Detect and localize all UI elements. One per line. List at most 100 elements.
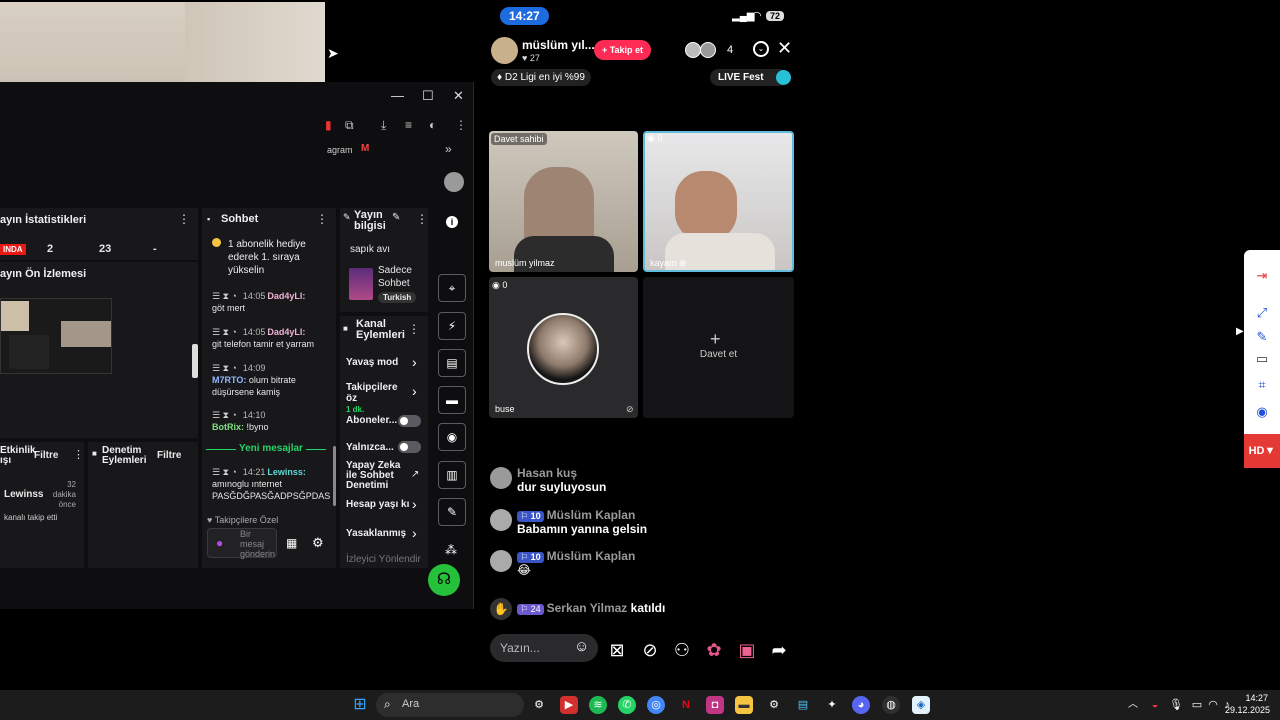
viewer-count[interactable]: 4	[727, 44, 733, 56]
action-ai-moderation[interactable]: Yapay Zeka ile Sohbet Denetimi	[346, 461, 404, 491]
preview-scrollbar[interactable]	[192, 344, 198, 378]
netflix-icon[interactable]: N	[677, 696, 695, 714]
commenter-avatar[interactable]	[490, 509, 512, 531]
external-link-icon[interactable]: ↗	[411, 469, 419, 480]
start-icon[interactable]: ⊞	[351, 696, 369, 714]
profile-icon[interactable]: ◐	[429, 118, 436, 132]
action-account-age[interactable]: Hesap yaşı kı	[346, 499, 409, 510]
guest-tile-host[interactable]	[489, 131, 638, 272]
chat-menu-icon[interactable]: ⋮	[316, 212, 328, 226]
action-emote-only[interactable]: Yalnızca...	[346, 442, 394, 453]
spotify-icon[interactable]: ≋	[589, 696, 607, 714]
comment-input[interactable]: Yazın... ☺	[490, 634, 598, 662]
obs-icon[interactable]: ◍	[882, 696, 900, 714]
gmail-icon[interactable]: M	[361, 143, 369, 154]
instagram-icon[interactable]: ◘	[706, 696, 724, 714]
mic-icon[interactable]: ●	[216, 536, 223, 550]
share-icon[interactable]: ➦	[765, 636, 793, 664]
whatsapp-icon[interactable]: ✆	[618, 696, 636, 714]
clip-button[interactable]: ⌖	[438, 274, 466, 302]
discord-icon[interactable]: ◕	[852, 696, 870, 714]
rose-gift-icon[interactable]: ✿	[700, 636, 728, 664]
gift-icon[interactable]: ▣	[733, 636, 761, 664]
emoji-icon[interactable]: ☺	[574, 638, 589, 655]
user-avatar[interactable]	[444, 172, 464, 192]
guest-tile-buse[interactable]	[489, 277, 638, 418]
mic-tray-icon[interactable]: 🎙	[1167, 696, 1185, 714]
activity-filter-button[interactable]: Filtre	[34, 450, 58, 461]
chrome-icon[interactable]: ◎	[647, 696, 665, 714]
info-icon[interactable]: i	[446, 216, 458, 228]
app-icon[interactable]: ✦	[823, 696, 841, 714]
follow-button[interactable]: + Takip et	[594, 40, 651, 60]
clock-date[interactable]: 29.12.2025	[1222, 705, 1270, 715]
subscribers-only-toggle[interactable]	[398, 415, 421, 427]
ad-button[interactable]: ⚡	[438, 312, 466, 340]
notepad-icon[interactable]: ▤	[794, 696, 812, 714]
tray-overflow-icon[interactable]: ︿	[1124, 696, 1142, 714]
exit-icon[interactable]: ⇥	[1254, 268, 1270, 284]
support-button[interactable]: ☊	[428, 564, 460, 596]
chevron-right-icon[interactable]: ›	[412, 383, 417, 399]
quality-button[interactable]: HD▼	[1244, 434, 1280, 468]
clock-time[interactable]: 14:27	[1230, 693, 1268, 703]
record-icon[interactable]: ◉	[1254, 404, 1270, 420]
stats-menu-icon[interactable]: ⋮	[178, 212, 190, 226]
guests-icon[interactable]: ⚇	[668, 636, 696, 664]
file-explorer-icon[interactable]: ▬	[735, 696, 753, 714]
chat-settings-icon[interactable]: ⚙	[312, 535, 324, 551]
edit-stream-icon[interactable]: ✎	[392, 212, 400, 223]
panel-collapse-arrow[interactable]: ▶	[1236, 326, 1244, 337]
commenter-avatar[interactable]	[490, 467, 512, 489]
activity-menu-icon[interactable]: ⋮	[73, 448, 84, 461]
league-badge[interactable]: ♦ D2 Ligi en iyi %99	[491, 69, 591, 86]
chevron-right-icon[interactable]: ›	[412, 354, 417, 370]
chat-input[interactable]: ● Bir mesaj gönderin	[207, 528, 277, 559]
menu-icon[interactable]: ⋮	[455, 118, 467, 132]
close-icon[interactable]: ✕	[777, 38, 792, 59]
host-name[interactable]: müslüm yıl...	[522, 38, 595, 52]
crop-icon[interactable]: ⌗	[1254, 377, 1270, 393]
tools-button[interactable]: ✎	[438, 498, 466, 526]
layout-button[interactable]: ▥	[438, 461, 466, 489]
resize-icon[interactable]: ⤢	[1254, 305, 1270, 321]
tray-app-icon[interactable]: ◒	[1146, 696, 1164, 714]
bookmark-instagram[interactable]: agram	[327, 145, 353, 155]
action-banned-words[interactable]: Yasaklanmış	[346, 528, 406, 539]
close-window-button[interactable]: ✕	[453, 88, 464, 104]
broadcast-button[interactable]: ◉	[438, 423, 466, 451]
video-off-icon[interactable]: ⊠	[603, 636, 631, 664]
store-icon[interactable]: ▦	[286, 536, 297, 550]
pen-icon[interactable]: ✎	[1254, 329, 1270, 345]
app-red-icon[interactable]: ▶	[560, 696, 578, 714]
minimize-button[interactable]: —	[391, 88, 404, 103]
action-subscribers-only[interactable]: Aboneler...	[346, 415, 397, 426]
app-blue-icon[interactable]: ◈	[912, 696, 930, 714]
mic-off-icon[interactable]: ⊘	[636, 636, 664, 664]
commenter-avatar[interactable]	[490, 550, 512, 572]
media-icon[interactable]: ≡	[405, 118, 412, 132]
chevron-right-icon[interactable]: ›	[412, 496, 417, 512]
extension-icon[interactable]: ▮	[325, 118, 332, 132]
notes-button[interactable]: ▤	[438, 349, 466, 377]
moderation-filter-button[interactable]: Filtre	[157, 450, 181, 461]
steam-icon[interactable]: ⚙	[765, 696, 783, 714]
host-avatar[interactable]	[491, 37, 518, 64]
chat-scrollbar[interactable]	[333, 446, 336, 506]
more-icon[interactable]: ⁂	[445, 543, 457, 557]
settings-icon[interactable]: ⚙	[530, 696, 548, 714]
screenshot-icon[interactable]: ▭	[1254, 351, 1270, 367]
emote-only-toggle[interactable]	[398, 441, 421, 453]
category-name[interactable]: Sadece Sohbet	[378, 264, 424, 290]
puzzle-icon[interactable]: ⧉	[345, 118, 354, 133]
action-raid[interactable]: İzleyici Yönlendir	[346, 554, 421, 565]
more-bookmarks-icon[interactable]: »	[445, 142, 452, 156]
taskbar-search[interactable]: ⌕ Ara	[376, 693, 524, 717]
guest-tile-kayam[interactable]	[643, 131, 794, 272]
channel-actions-menu-icon[interactable]: ⋮	[408, 322, 420, 336]
chat-popout-button[interactable]: ▬	[438, 386, 466, 414]
chevron-right-icon[interactable]: ›	[412, 525, 417, 541]
invite-tile[interactable]: + Davet et	[643, 277, 794, 418]
collapse-icon[interactable]: ⌄	[753, 41, 769, 57]
activity-user[interactable]: Lewinss	[4, 489, 43, 500]
